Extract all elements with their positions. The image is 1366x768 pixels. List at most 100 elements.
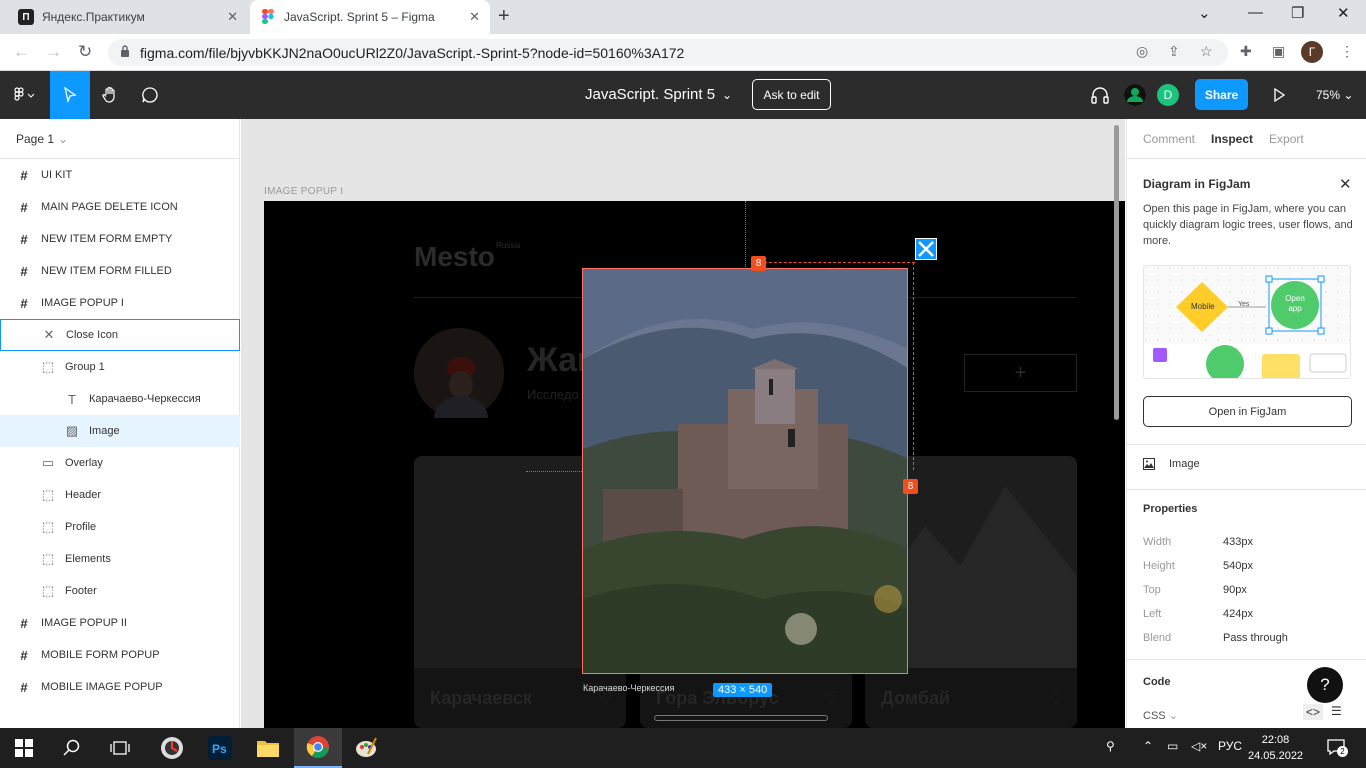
back-icon[interactable]: ← bbox=[13, 42, 30, 62]
frame-icon: # bbox=[20, 647, 28, 663]
volume-muted-icon[interactable]: ◁× bbox=[1191, 739, 1207, 753]
tab-close-icon[interactable]: ✕ bbox=[227, 9, 238, 25]
selection-layer: Image bbox=[1143, 458, 1200, 470]
paint-app-icon[interactable] bbox=[342, 728, 390, 768]
eye-off-icon[interactable]: ◎ bbox=[1136, 43, 1148, 60]
layer-item[interactable]: # NEW ITEM FORM FILLED bbox=[0, 255, 240, 287]
property-row: Width 433px bbox=[1143, 536, 1353, 548]
property-value[interactable]: 424px bbox=[1223, 608, 1253, 620]
tab-close-icon[interactable]: ✕ bbox=[469, 9, 480, 25]
new-tab-icon[interactable]: + bbox=[498, 5, 510, 28]
zoom-level[interactable]: 75% ⌄ bbox=[1316, 88, 1353, 102]
search-icon[interactable] bbox=[48, 728, 96, 768]
chrome-icon[interactable] bbox=[294, 728, 342, 768]
tab-comment[interactable]: Comment bbox=[1143, 132, 1195, 146]
divider bbox=[1127, 489, 1366, 490]
input-language[interactable]: РУС bbox=[1218, 739, 1242, 753]
page-selector[interactable]: Page 1 ⌄ bbox=[0, 119, 239, 159]
layer-label: MOBILE IMAGE POPUP bbox=[41, 681, 163, 693]
tab-inspect[interactable]: Inspect bbox=[1211, 132, 1253, 146]
url-field[interactable]: figma.com/file/bjyvbKKJN2naO0ucURl2Z0/Ja… bbox=[108, 39, 1228, 66]
layer-item[interactable]: # MAIN PAGE DELETE ICON bbox=[0, 191, 240, 223]
forward-icon[interactable]: → bbox=[45, 42, 62, 62]
canvas[interactable]: IMAGE POPUP I Mesto Russia Жак Исследо +… bbox=[241, 119, 1125, 728]
layer-item[interactable]: # MOBILE FORM POPUP bbox=[0, 639, 240, 671]
inspect-tabs: Comment Inspect Export bbox=[1127, 119, 1366, 159]
move-tool-button[interactable] bbox=[50, 71, 90, 119]
layer-item[interactable]: # NEW ITEM FORM EMPTY bbox=[0, 223, 240, 255]
close-window-icon[interactable]: ✕ bbox=[1337, 4, 1350, 22]
main-menu-button[interactable] bbox=[0, 71, 50, 119]
maximize-icon[interactable]: ❐ bbox=[1291, 4, 1304, 22]
frame-icon: # bbox=[20, 295, 28, 311]
document-title[interactable]: JavaScript. Sprint 5 bbox=[585, 86, 715, 103]
layer-item[interactable]: T Карачаево-Черкессия bbox=[0, 383, 240, 415]
profile-avatar[interactable]: Г bbox=[1301, 41, 1323, 63]
ask-to-edit-button[interactable]: Ask to edit bbox=[752, 79, 831, 110]
tab-export[interactable]: Export bbox=[1269, 132, 1304, 146]
figma-logo-icon bbox=[14, 87, 35, 101]
notifications-icon[interactable]: 2 bbox=[1326, 737, 1348, 757]
minimize-icon[interactable]: — bbox=[1248, 4, 1263, 21]
tab-figma[interactable]: JavaScript. Sprint 5 – Figma ✕ bbox=[250, 0, 490, 34]
extensions-icon[interactable]: ✚ bbox=[1240, 43, 1252, 60]
bookmark-star-icon[interactable]: ☆ bbox=[1200, 43, 1213, 60]
popup-image[interactable] bbox=[582, 268, 908, 674]
present-play-icon[interactable] bbox=[1268, 71, 1290, 119]
property-value[interactable]: 90px bbox=[1223, 584, 1247, 596]
system-clock[interactable]: 22:08 24.05.2022 bbox=[1248, 732, 1303, 764]
help-button[interactable]: ? bbox=[1307, 667, 1343, 703]
layer-item[interactable]: # IMAGE POPUP II bbox=[0, 607, 240, 639]
selection-dimensions: 433 × 540 bbox=[713, 683, 773, 697]
battery-icon[interactable]: ▭ bbox=[1167, 739, 1178, 753]
figjam-description: Open this page in FigJam, where you can … bbox=[1143, 203, 1353, 247]
layer-item[interactable]: # IMAGE POPUP I bbox=[0, 287, 240, 319]
layer-item[interactable]: ✕ Close Icon bbox=[0, 319, 240, 351]
comment-tool-button[interactable] bbox=[130, 71, 170, 119]
property-value[interactable]: 433px bbox=[1223, 536, 1253, 548]
collaborator-avatar[interactable]: D bbox=[1157, 84, 1179, 106]
share-button[interactable]: Share bbox=[1195, 79, 1248, 110]
layer-item[interactable]: ⬚ Header bbox=[0, 479, 240, 511]
file-explorer-icon[interactable] bbox=[244, 728, 292, 768]
layer-item[interactable]: ⬚ Elements bbox=[0, 543, 240, 575]
frame-label[interactable]: IMAGE POPUP I bbox=[264, 186, 343, 197]
document-menu-chevron-icon[interactable]: ⌄ bbox=[722, 88, 732, 102]
list-view-icon[interactable]: ☰ bbox=[1331, 704, 1342, 718]
audio-headphones-icon[interactable] bbox=[1086, 71, 1114, 119]
open-in-figjam-button[interactable]: Open in FigJam bbox=[1143, 396, 1352, 427]
tab-search-chevron-icon[interactable]: ⌄ bbox=[1198, 4, 1211, 22]
tab-yandex[interactable]: П Яндекс.Практикум ✕ bbox=[8, 0, 248, 34]
photoshop-icon[interactable]: Ps bbox=[196, 728, 244, 768]
preview-edge-yes: Yes bbox=[1238, 301, 1250, 308]
close-icon[interactable] bbox=[915, 238, 937, 260]
close-icon[interactable]: ✕ bbox=[1339, 175, 1352, 193]
card-title: Домбай bbox=[881, 688, 951, 708]
layer-item[interactable]: ⬚ Group 1 bbox=[0, 351, 240, 383]
property-value[interactable]: Pass through bbox=[1223, 632, 1288, 644]
layer-item[interactable]: ⬚ Footer bbox=[0, 575, 240, 607]
windows-start-icon[interactable] bbox=[0, 728, 48, 768]
layer-item[interactable]: ⬚ Profile bbox=[0, 511, 240, 543]
hand-tool-button[interactable] bbox=[90, 71, 130, 119]
menu-kebab-icon[interactable]: ⋮ bbox=[1340, 43, 1354, 60]
reload-icon[interactable]: ↻ bbox=[78, 42, 92, 62]
yandex-favicon-icon: П bbox=[18, 9, 34, 25]
vertical-scrollbar[interactable] bbox=[1114, 125, 1119, 420]
share-page-icon[interactable]: ⇪ bbox=[1168, 43, 1180, 60]
people-icon[interactable]: ⚲ bbox=[1106, 739, 1115, 753]
layer-item[interactable]: ▭ Overlay bbox=[0, 447, 240, 479]
horizontal-scrollbar[interactable] bbox=[654, 715, 828, 721]
layer-item[interactable]: # MOBILE IMAGE POPUP bbox=[0, 671, 240, 703]
yandex-browser-icon[interactable] bbox=[148, 728, 196, 768]
user-avatar[interactable] bbox=[1124, 84, 1146, 106]
figma-toolbar: JavaScript. Sprint 5 ⌄ Ask to edit D Sha… bbox=[0, 71, 1366, 119]
layer-item[interactable]: ▨ Image bbox=[0, 415, 240, 447]
code-view-icon[interactable]: <> bbox=[1303, 704, 1324, 720]
property-value[interactable]: 540px bbox=[1223, 560, 1253, 572]
tray-chevron-up-icon[interactable]: ⌃ bbox=[1143, 739, 1153, 753]
task-view-icon[interactable] bbox=[96, 728, 144, 768]
side-panel-icon[interactable]: ▣ bbox=[1272, 43, 1285, 60]
code-language-select[interactable]: CSS ⌄ bbox=[1143, 709, 1178, 722]
layer-item[interactable]: # UI KIT bbox=[0, 159, 240, 191]
